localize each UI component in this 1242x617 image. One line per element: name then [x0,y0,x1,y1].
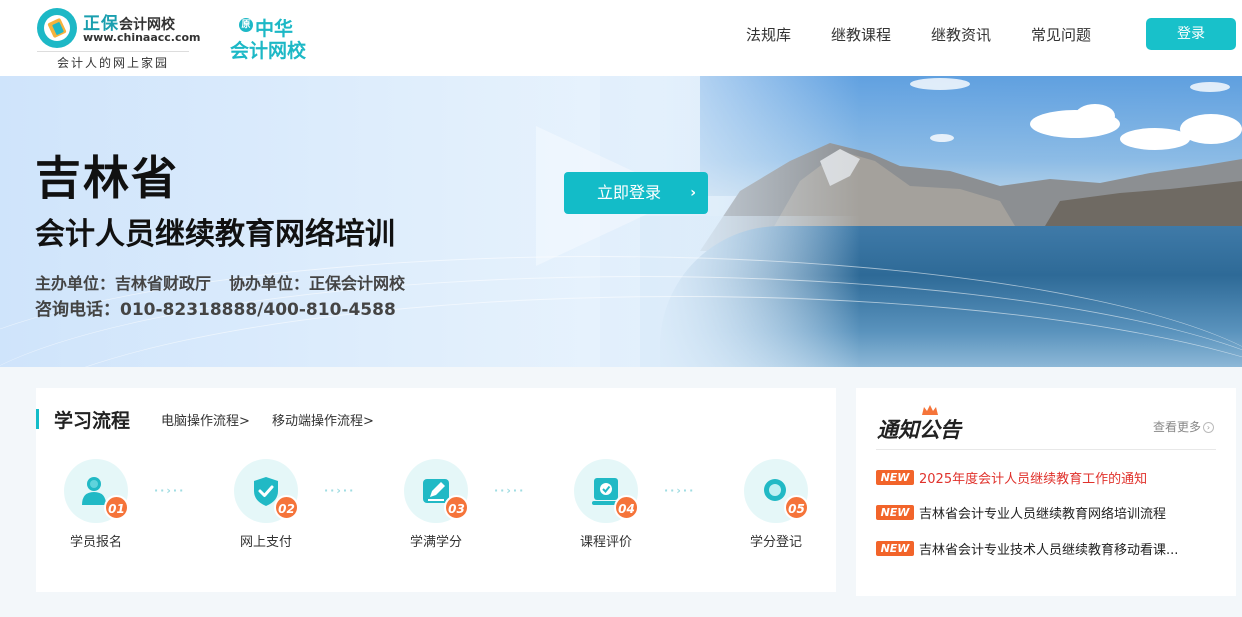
step-label: 课程评价 [579,535,632,550]
cloud-decoration [1075,104,1115,128]
view-more-link[interactable]: 查看更多 › [1153,418,1215,435]
study-process-panel: 学习流程 电脑操作流程> 移动端操作流程> 01 学员报名 ··›·· 02 网… [36,388,836,592]
cloud-decoration [910,78,970,90]
step-label: 学分登记 [749,535,802,550]
view-more-label: 查看更多 [1153,420,1202,434]
sublogo-line2: 会计网校 [230,40,307,62]
notice-panel: 通知公告 查看更多 › NEW 2025年度会计人员继续教育工作的通知 NEW 吉… [856,388,1236,596]
nav-item-faq[interactable]: 常见问题 [1031,24,1091,45]
step-credits[interactable]: 03 [404,459,469,523]
banner-host: 主办单位：吉林省财政厅 [35,274,212,293]
login-now-label: 立即登录 [597,183,662,202]
step-evaluation[interactable]: 04 [574,459,639,523]
step-number: 05 [784,495,809,520]
nav-item-regulations[interactable]: 法规库 [746,24,791,45]
step-enroll[interactable]: 01 [64,459,129,523]
nav-item-news[interactable]: 继教资讯 [931,24,991,45]
banner-subtitle: 会计人员继续教育网络培训 [35,217,395,252]
notice-title: 通知公告 [877,417,961,442]
banner-title: 吉林省 [35,151,179,205]
login-button[interactable]: 登录 [1146,18,1236,50]
login-now-button[interactable]: 立即登录 › [564,172,708,214]
notice-item[interactable]: NEW 吉林省会计专业技术人员继续教育移动看课... [876,539,1179,558]
notice-item-text: 吉林省会计专业技术人员继续教育移动看课... [919,542,1179,558]
cloud-decoration [1190,82,1230,92]
step-arrow-icon: ··›·· [154,484,186,497]
logo-icon[interactable] [37,8,77,48]
nav-item-courses[interactable]: 继教课程 [831,24,891,45]
notice-item[interactable]: NEW 吉林省会计专业人员继续教育网络培训流程 [876,503,1167,522]
new-badge: NEW [876,540,914,556]
step-number: 03 [444,495,469,520]
step-arrow-icon: ··›·· [324,484,356,497]
hero-banner: 吉林省 会计人员继续教育网络培训 主办单位：吉林省财政厅 协办单位：正保会计网校 … [0,76,1242,367]
logo-url: www.chinaacc.com [83,31,201,44]
site-header: 正保会计网校 www.chinaacc.com 会计人的网上家园 原 中华 会计… [0,0,1242,76]
section-title: 学习流程 [54,410,131,432]
step-number: 04 [614,495,639,520]
sub-brand-logo: 原 中华 会计网校 [230,12,310,62]
divider [876,449,1216,450]
step-payment[interactable]: 02 [234,459,299,523]
notice-item-text: 吉林省会计专业人员继续教育网络培训流程 [919,506,1167,522]
step-label: 学满学分 [409,535,462,550]
step-number: 01 [104,495,129,520]
banner-co-host: 协办单位：正保会计网校 [229,274,406,293]
new-badge: NEW [876,504,914,520]
step-label: 学员报名 [69,535,122,550]
mobile-guide-link[interactable]: 移动端操作流程> [272,410,374,429]
section-accent-bar [36,409,39,429]
chevron-right-icon: › [690,185,696,201]
step-arrow-icon: ··›·· [494,484,526,497]
notice-item[interactable]: NEW 2025年度会计人员继续教育工作的通知 [876,468,1148,487]
banner-phone: 咨询电话：010-82318888/400-810-4588 [35,300,396,320]
pc-guide-link[interactable]: 电脑操作流程> [161,410,250,429]
main-nav: 法规库 继教课程 继教资讯 常见问题 [726,0,1111,68]
notice-item-text: 2025年度会计人员继续教育工作的通知 [919,471,1148,487]
sublogo-mark: 原 [239,18,253,32]
new-badge: NEW [876,469,914,485]
chevron-right-icon: › [1203,422,1215,433]
step-arrow-icon: ··›·· [664,484,696,497]
banner-organizers: 主办单位：吉林省财政厅 协办单位：正保会计网校 [35,270,405,294]
step-number: 02 [274,495,299,520]
logo-slogan: 会计人的网上家园 [37,51,189,71]
step-registration[interactable]: 05 [744,459,809,523]
step-label: 网上支付 [239,535,292,550]
